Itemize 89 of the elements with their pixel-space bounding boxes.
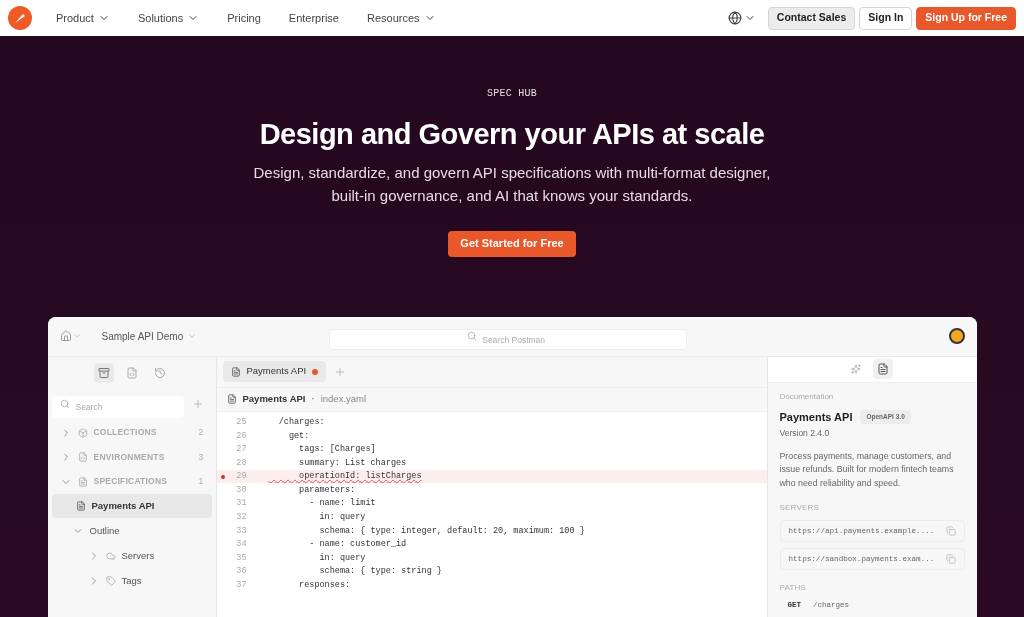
nav-link[interactable]: Enterprise [288,9,339,27]
line-number: 29 [235,470,247,484]
doc-description: Process payments, manage customers, and issue refunds. Built for modern fintech teams who need reliability and speed. [779,449,955,490]
search-field[interactable]: Search Postman [329,329,688,350]
file-icon [226,394,237,404]
breadcrumb-title: Payments API [242,391,306,406]
eyebrow-label: SPEC HUB [487,87,537,101]
history-icon [153,366,166,379]
item-icon [105,551,116,562]
nav-button[interactable]: Contact Sales [767,6,856,30]
hero-subtitle: Design, standardize, and govern API specifications with multi-format designer, built-in governance, and AI that knows your standards. [252,162,772,206]
section-icon [77,452,88,463]
panel-label: Documentation [779,390,835,403]
collections-tab[interactable] [93,362,114,383]
nav-link[interactable]: Pricing [227,9,261,27]
file-icon [75,501,86,511]
avatar[interactable] [948,328,965,344]
file-code-icon [125,366,138,379]
line-number: 33 [235,524,247,538]
copy-icon[interactable] [945,554,956,565]
line-number: 36 [235,565,247,579]
sparkle-icon[interactable] [851,364,861,374]
code-text: summary: List charges [298,456,407,470]
section-icon [77,476,88,487]
section-label: SPECIFICATIONS [93,475,168,489]
line-number: 31 [235,497,247,511]
editor-tab[interactable]: Payments API [222,361,327,382]
line-number: 32 [235,511,247,524]
box-icon [97,366,110,379]
search-icon [59,398,70,409]
code-text: get: [287,429,310,443]
section-label: COLLECTIONS [93,426,157,440]
section-count: 1 [198,475,204,489]
sidebar-item[interactable]: Payments API [51,494,212,518]
code-text: parameters: [298,483,356,497]
section-label: ENVIRONMENTS [93,450,165,464]
section-count: 3 [198,450,204,464]
document-icon [877,363,889,375]
line-number: 30 [235,483,247,497]
doc-title: Payments API [779,409,853,425]
sidebar-search-field[interactable]: Search [51,395,184,418]
line-number: 35 [235,551,247,565]
language-button[interactable] [727,11,756,25]
item-icon [105,575,116,586]
line-number: 27 [235,443,247,456]
globe-icon [727,11,742,25]
code-text: schema: { type: string } [318,565,442,579]
paths-heading: PATHS [779,582,807,595]
chevron-down-icon [71,331,82,341]
workspace-selector[interactable]: Sample API Demo [101,328,198,344]
nav-link[interactable]: Resources [366,9,436,27]
home-icon[interactable] [59,330,72,342]
outline-item[interactable]: Tags [51,568,212,593]
add-icon[interactable] [191,397,204,410]
nav-button[interactable]: Sign In [859,6,913,30]
code-text: - name: limit [308,497,376,511]
code-text: responses: [298,579,351,592]
line-number: 26 [235,429,247,443]
new-tab-icon[interactable] [334,365,347,378]
code-text: in: query [318,511,366,524]
breadcrumb-separator: · [311,391,315,406]
get-started-button[interactable]: Get Started for Free [448,230,576,257]
line-number: 37 [235,579,247,592]
outline-item[interactable]: Outline [51,518,212,544]
copy-icon[interactable] [945,526,956,537]
logo-icon[interactable] [8,6,32,30]
code-text: - name: customer_id [308,538,407,551]
chevron-down-icon [187,331,198,341]
line-number: 28 [235,456,247,470]
section-count: 2 [198,426,204,440]
hero-title: Design and Govern your APIs at scale [259,117,765,152]
search-icon [467,331,478,341]
sign-up-button[interactable]: Sign Up for Free [916,6,1016,30]
nav-link[interactable]: Solutions [137,9,200,27]
servers-heading: SERVERS [779,502,820,515]
code-text: in: query [318,551,366,565]
doc-version: Version 2.4.0 [779,427,831,440]
code-text: operationId: listCharges [298,470,422,484]
code-text: tags: [Charges] [298,443,376,456]
file-icon [230,366,241,377]
section-icon [77,427,88,438]
breadcrumb-file: index.yaml [320,391,367,406]
code-text: /charges: [277,415,325,429]
nav-link[interactable]: Product [56,9,110,27]
line-number: 25 [235,415,247,429]
line-number: 34 [235,538,247,551]
documentation-tab[interactable] [873,359,893,379]
code-text: schema: { type: integer, default: 20, maximum: 100 } [318,524,585,538]
outline-item[interactable]: Servers [51,544,212,569]
